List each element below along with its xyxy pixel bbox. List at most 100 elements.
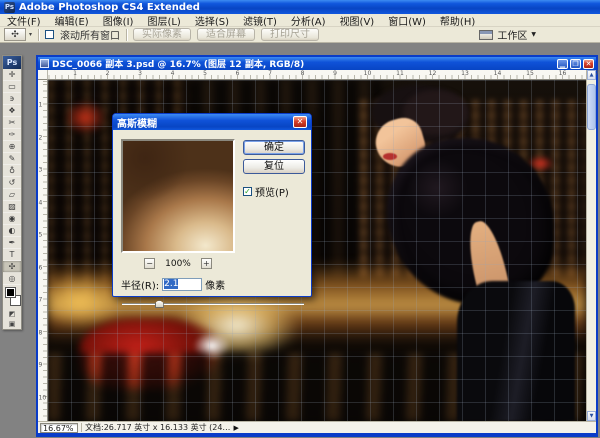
menu-5[interactable]: 滤镜(T)	[236, 14, 284, 27]
lasso-tool[interactable]: ϶	[3, 93, 21, 105]
dialog-titlebar[interactable]: 高斯模糊 ✕	[113, 114, 311, 130]
healing-brush-tool[interactable]: ⊕	[3, 141, 21, 153]
preview-checkbox-label: 预览(P)	[255, 184, 289, 199]
doc-close-button[interactable]: ✕	[583, 59, 594, 69]
radius-label: 半径(R):	[121, 277, 159, 292]
history-brush-tool[interactable]: ↺	[3, 177, 21, 189]
h-ruler-tick: 13	[461, 70, 469, 77]
toolbox-panel: Ps ✛▭϶❖✂✑⊕✎♁↺▱▨◉◐✒T✣◎ ◩ ▣	[2, 55, 22, 330]
document-size-readout: 文档:26.717 英寸 x 16.133 英寸 (24…	[85, 422, 230, 433]
menu-7[interactable]: 视图(V)	[333, 14, 382, 27]
menu-2[interactable]: 图像(I)	[96, 14, 141, 27]
zoom-tool[interactable]: ◎	[3, 273, 21, 285]
workspace-switcher[interactable]: 工作区 ▼	[479, 27, 596, 42]
v-ruler-tick: 7	[39, 297, 43, 304]
v-ruler-tick: 4	[39, 199, 43, 206]
slider-thumb[interactable]	[155, 300, 164, 308]
scroll-all-windows-checkbox[interactable]	[45, 30, 54, 39]
menu-9[interactable]: 帮助(H)	[433, 14, 482, 27]
reset-button[interactable]: 复位	[243, 159, 305, 174]
doc-minimize-button[interactable]: ▁	[557, 59, 568, 69]
gradient-tool[interactable]: ▨	[3, 201, 21, 213]
preview-zoom-in-button[interactable]: +	[201, 258, 212, 269]
h-ruler-tick: 7	[268, 70, 272, 77]
quick-mask-button[interactable]: ◩	[3, 309, 21, 319]
move-tool[interactable]: ✛	[3, 69, 21, 81]
menu-6[interactable]: 分析(A)	[284, 14, 333, 27]
status-options-arrow[interactable]: ▶	[233, 424, 238, 432]
h-ruler-tick: 16	[559, 70, 567, 77]
tool-preset-caret-icon[interactable]: ▾	[29, 31, 32, 38]
color-swatches	[3, 285, 21, 309]
vertical-ruler: 12345678910	[38, 80, 48, 421]
document-statusbar: 16.67% 文档:26.717 英寸 x 16.133 英寸 (24… ▶	[38, 421, 596, 433]
foreground-color-swatch[interactable]	[6, 288, 15, 297]
horizontal-ruler: 1234567891011121314151617	[38, 70, 586, 80]
dialog-title: 高斯模糊	[117, 115, 157, 130]
h-ruler-tick: 15	[526, 70, 534, 77]
menu-8[interactable]: 窗口(W)	[381, 14, 433, 27]
app-title: Adobe Photoshop CS4 Extended	[19, 2, 200, 13]
pixels-unit-label: 像素	[205, 277, 225, 292]
h-ruler-tick: 8	[301, 70, 305, 77]
h-ruler-tick: 3	[138, 70, 142, 77]
doc-restore-button[interactable]: ❐	[570, 59, 581, 69]
blur-preview-frame[interactable]	[121, 139, 235, 253]
fit-screen-button[interactable]: 适合屏幕	[197, 28, 255, 41]
h-ruler-tick: 9	[333, 70, 337, 77]
background-color-swatch[interactable]	[11, 296, 20, 305]
blur-tool[interactable]: ◉	[3, 213, 21, 225]
actual-pixels-button[interactable]: 实际像素	[133, 28, 191, 41]
preview-zoom-value: 100%	[165, 259, 191, 269]
v-ruler-tick: 8	[39, 329, 43, 336]
pen-tool[interactable]: ✒	[3, 237, 21, 249]
scrollbar-thumb[interactable]	[587, 84, 596, 130]
scroll-up-icon[interactable]: ▲	[587, 70, 596, 80]
slider-track	[122, 303, 304, 305]
v-ruler-tick: 6	[39, 264, 43, 271]
blur-preview-image	[123, 141, 233, 251]
h-ruler-tick: 14	[494, 70, 502, 77]
separator	[81, 423, 82, 432]
eyedropper-tool[interactable]: ✑	[3, 129, 21, 141]
dialog-close-button[interactable]: ✕	[293, 116, 307, 128]
document-titlebar[interactable]: DSC_0066 副本 3.psd @ 16.7% (图层 12 副本, RGB…	[38, 57, 596, 70]
preview-checkbox[interactable]: ✓	[243, 187, 252, 196]
radius-input[interactable]: 2.1	[162, 278, 202, 291]
chevron-down-icon: ▼	[531, 31, 536, 38]
scroll-all-windows-label: 滚动所有窗口	[60, 27, 120, 42]
menu-4[interactable]: 选择(S)	[188, 14, 236, 27]
type-tool[interactable]: T	[3, 249, 21, 261]
quick-selection-tool[interactable]: ❖	[3, 105, 21, 117]
menu-1[interactable]: 编辑(E)	[48, 14, 96, 27]
menu-3[interactable]: 图层(L)	[140, 14, 187, 27]
preview-zoom-out-button[interactable]: −	[144, 258, 155, 269]
hand-tool[interactable]: ✣	[3, 261, 21, 273]
v-ruler-tick: 5	[39, 232, 43, 239]
v-ruler-tick: 10	[39, 394, 47, 401]
scroll-down-icon[interactable]: ▼	[587, 411, 596, 421]
active-tool-chip[interactable]: ✣	[4, 28, 26, 41]
ok-button[interactable]: 确定	[243, 140, 305, 155]
options-bar: ✣ ▾ 滚动所有窗口 实际像素 适合屏幕 打印尺寸 工作区 ▼	[0, 27, 600, 43]
menu-bar: 文件(F)编辑(E)图像(I)图层(L)选择(S)滤镜(T)分析(A)视图(V)…	[0, 14, 600, 27]
toolbox-ps-logo: Ps	[3, 56, 21, 69]
vertical-scrollbar[interactable]: ▲ ▼	[586, 70, 596, 421]
menu-0[interactable]: 文件(F)	[0, 14, 48, 27]
clone-stamp-tool[interactable]: ♁	[3, 165, 21, 177]
separator	[126, 29, 127, 41]
eraser-tool[interactable]: ▱	[3, 189, 21, 201]
zoom-percent-field[interactable]: 16.67%	[40, 423, 78, 433]
rectangular-marquee-tool[interactable]: ▭	[3, 81, 21, 93]
gaussian-blur-dialog: 高斯模糊 ✕ − 100% + 确定 复位 ✓ 预览(P) 半径(R): 2.1…	[112, 113, 312, 297]
screen-mode-button[interactable]: ▣	[3, 319, 21, 329]
document-icon	[40, 59, 49, 68]
radius-slider[interactable]	[122, 300, 304, 308]
brush-tool[interactable]: ✎	[3, 153, 21, 165]
h-ruler-tick: 2	[106, 70, 110, 77]
crop-tool[interactable]: ✂	[3, 117, 21, 129]
hand-tool-icon: ✣	[11, 30, 19, 40]
document-title: DSC_0066 副本 3.psd @ 16.7% (图层 12 副本, RGB…	[52, 57, 304, 70]
dodge-tool[interactable]: ◐	[3, 225, 21, 237]
print-size-button[interactable]: 打印尺寸	[261, 28, 319, 41]
